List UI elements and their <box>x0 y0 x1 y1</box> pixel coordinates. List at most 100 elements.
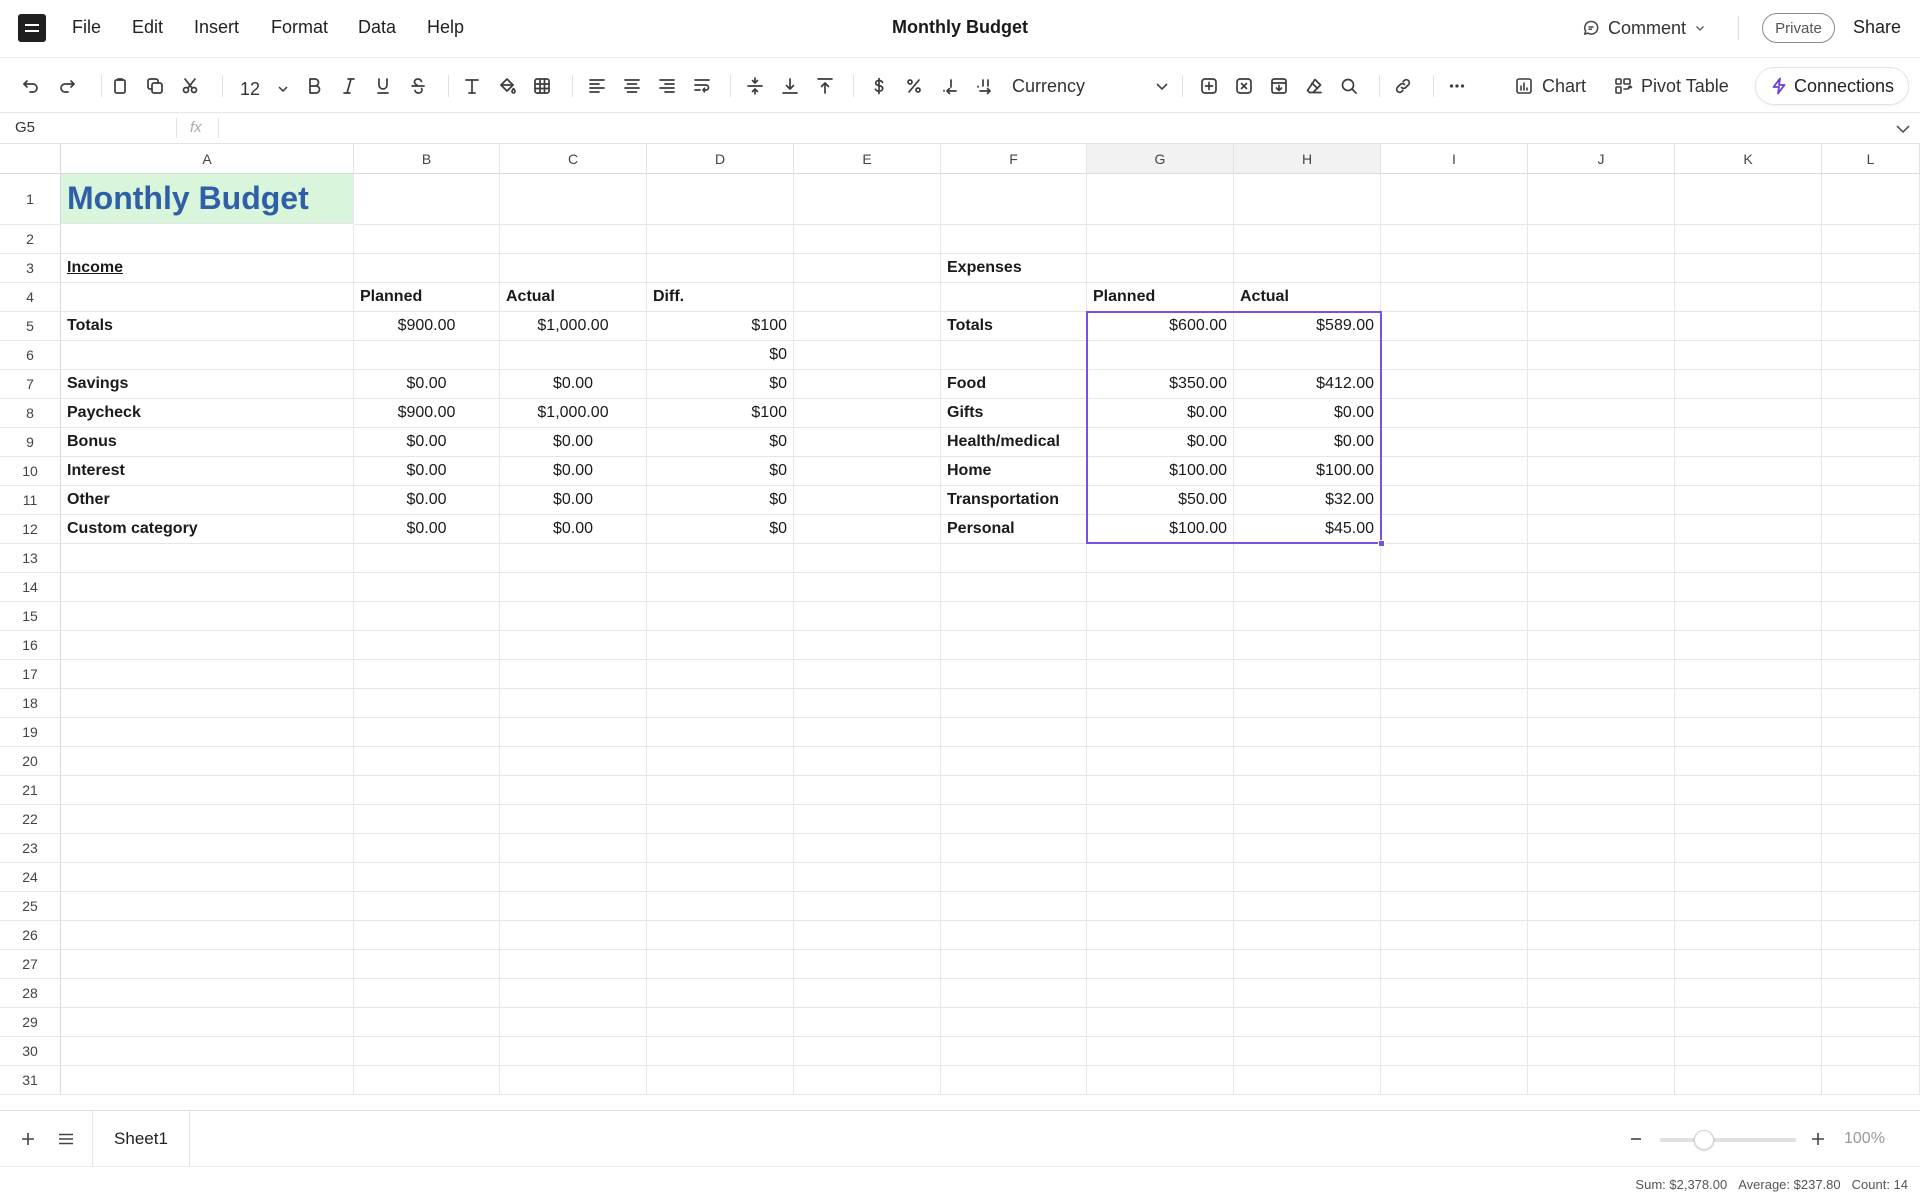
redo-icon[interactable] <box>53 72 81 100</box>
cell[interactable] <box>1381 312 1528 341</box>
cell[interactable] <box>1381 950 1528 979</box>
cell[interactable] <box>794 602 941 631</box>
cell[interactable] <box>1675 1037 1822 1066</box>
cell[interactable] <box>61 1037 354 1066</box>
cell[interactable] <box>1234 805 1381 834</box>
cell[interactable] <box>500 660 647 689</box>
cell[interactable] <box>941 950 1087 979</box>
cell-g10[interactable]: $100.00 <box>1087 457 1234 486</box>
row-header[interactable]: 31 <box>0 1066 61 1095</box>
sheet-list-icon[interactable] <box>54 1127 78 1151</box>
pivot-table-button[interactable]: Pivot Table <box>1613 72 1729 100</box>
row-header[interactable]: 3 <box>0 254 61 283</box>
column-header-c[interactable]: C <box>500 144 647 174</box>
cell[interactable] <box>61 341 354 370</box>
cell[interactable] <box>1528 979 1675 1008</box>
cell[interactable] <box>1675 747 1822 776</box>
cell[interactable] <box>1528 631 1675 660</box>
cell[interactable] <box>941 979 1087 1008</box>
cell[interactable] <box>1381 428 1528 457</box>
cell[interactable] <box>794 1066 941 1095</box>
row-header[interactable]: 6 <box>0 341 61 370</box>
cell[interactable] <box>354 747 500 776</box>
cell[interactable] <box>1087 979 1234 1008</box>
cell[interactable] <box>1087 573 1234 602</box>
cell[interactable] <box>1087 225 1234 254</box>
cell[interactable] <box>354 805 500 834</box>
cell[interactable] <box>941 1037 1087 1066</box>
cell-c12[interactable]: $0.00 <box>500 515 647 544</box>
cell[interactable] <box>1822 689 1920 718</box>
cell[interactable] <box>1675 921 1822 950</box>
cell[interactable] <box>1528 863 1675 892</box>
cell-g9[interactable]: $0.00 <box>1087 428 1234 457</box>
cell-d8[interactable]: $100 <box>647 399 794 428</box>
cell[interactable] <box>1528 457 1675 486</box>
cell[interactable] <box>1381 602 1528 631</box>
cell[interactable] <box>1822 399 1920 428</box>
cell-h8[interactable]: $0.00 <box>1234 399 1381 428</box>
cell[interactable] <box>1234 892 1381 921</box>
cell-g8[interactable]: $0.00 <box>1087 399 1234 428</box>
cell-g7[interactable]: $350.00 <box>1087 370 1234 399</box>
cell[interactable] <box>1234 1008 1381 1037</box>
cell[interactable] <box>794 979 941 1008</box>
cell[interactable] <box>61 950 354 979</box>
cell[interactable] <box>500 1008 647 1037</box>
cell[interactable] <box>794 718 941 747</box>
cell[interactable] <box>794 174 941 225</box>
cell[interactable] <box>647 834 794 863</box>
row-header[interactable]: 21 <box>0 776 61 805</box>
cell[interactable] <box>1528 515 1675 544</box>
cell-b4[interactable]: Planned <box>354 283 500 312</box>
chevron-down-icon[interactable] <box>1893 119 1913 139</box>
cell[interactable] <box>1087 341 1234 370</box>
cell-d11[interactable]: $0 <box>647 486 794 515</box>
cell[interactable] <box>1822 1037 1920 1066</box>
cell[interactable] <box>1087 1037 1234 1066</box>
column-header-i[interactable]: I <box>1381 144 1528 174</box>
cell[interactable] <box>647 544 794 573</box>
cell[interactable] <box>1528 370 1675 399</box>
cell[interactable] <box>941 225 1087 254</box>
cell[interactable] <box>500 979 647 1008</box>
connections-button[interactable]: Connections <box>1755 67 1909 105</box>
cell[interactable] <box>647 602 794 631</box>
cell-d10[interactable]: $0 <box>647 457 794 486</box>
strikethrough-icon[interactable] <box>404 72 432 100</box>
cell[interactable] <box>1087 1008 1234 1037</box>
cell[interactable] <box>1087 747 1234 776</box>
cell[interactable] <box>1675 399 1822 428</box>
cell[interactable] <box>1381 225 1528 254</box>
cell-d4[interactable]: Diff. <box>647 283 794 312</box>
cell-reference-box[interactable]: G5 <box>15 119 35 136</box>
cell[interactable] <box>1822 776 1920 805</box>
cell[interactable] <box>1381 660 1528 689</box>
cell-f8[interactable]: Gifts <box>941 399 1087 428</box>
cell-c8[interactable]: $1,000.00 <box>500 399 647 428</box>
cell[interactable] <box>794 544 941 573</box>
zoom-out-icon[interactable] <box>1624 1127 1648 1151</box>
row-header[interactable]: 12 <box>0 515 61 544</box>
cell-d6[interactable]: $0 <box>647 341 794 370</box>
cell-a3[interactable]: Income <box>61 254 354 283</box>
cell[interactable] <box>354 225 500 254</box>
cell[interactable] <box>1381 254 1528 283</box>
cell[interactable] <box>647 950 794 979</box>
cell[interactable] <box>794 370 941 399</box>
cell[interactable] <box>647 747 794 776</box>
cell[interactable] <box>354 718 500 747</box>
spreadsheet-grid[interactable]: A B C D E F G H I J K L 1 Monthly Budget 2 3 Income Expen… <box>0 144 1920 1110</box>
cell[interactable] <box>794 834 941 863</box>
cell[interactable] <box>1528 718 1675 747</box>
cell-g12[interactable]: $100.00 <box>1087 515 1234 544</box>
cell[interactable] <box>1675 515 1822 544</box>
cell[interactable] <box>500 1037 647 1066</box>
column-header-l[interactable]: L <box>1822 144 1920 174</box>
row-header[interactable]: 13 <box>0 544 61 573</box>
cell-a1[interactable]: Monthly Budget <box>61 174 354 224</box>
cell[interactable] <box>1234 689 1381 718</box>
insert-icon[interactable] <box>1195 72 1223 100</box>
freeze-icon[interactable] <box>1265 72 1293 100</box>
cell[interactable] <box>1675 602 1822 631</box>
